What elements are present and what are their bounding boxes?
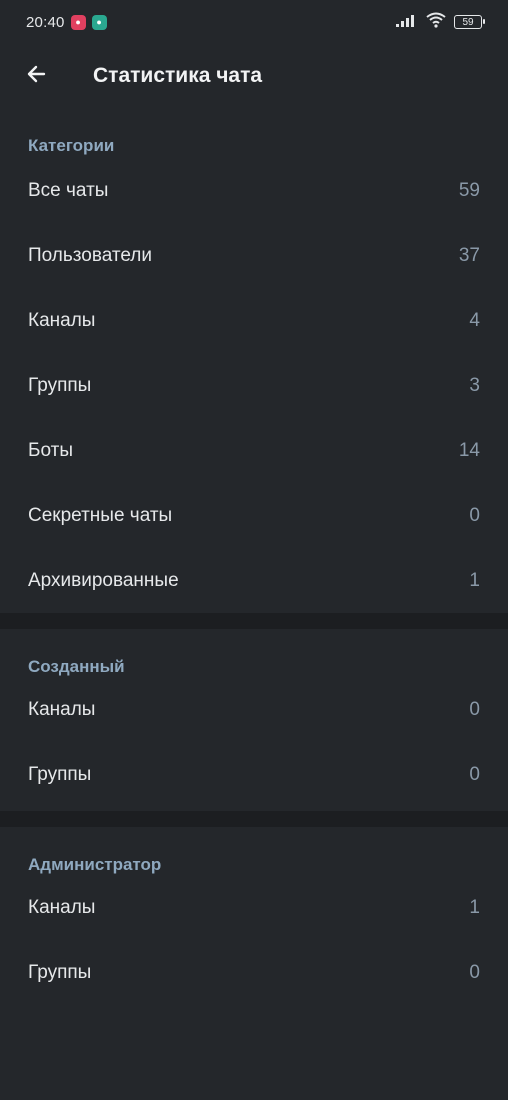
list-item-value: 0 bbox=[469, 961, 480, 983]
list-item[interactable]: Боты 14 bbox=[0, 418, 508, 483]
list-item[interactable]: Каналы 1 bbox=[0, 875, 508, 940]
section-title: Созданный bbox=[28, 657, 125, 676]
section-created: Созданный Каналы 0 Группы 0 bbox=[0, 629, 508, 811]
list-item-label: Группы bbox=[28, 961, 92, 983]
list-item-label: Каналы bbox=[28, 309, 96, 331]
list-item-value: 59 bbox=[458, 179, 480, 201]
section-rows: Каналы 1 Группы 0 bbox=[0, 875, 508, 1005]
section-rows: Все чаты 59 Пользователи 37 Каналы 4 Гру… bbox=[0, 158, 508, 613]
battery-icon: 59 bbox=[454, 15, 485, 29]
list-item-label: Архивированные bbox=[28, 569, 179, 591]
list-item-label: Группы bbox=[28, 374, 92, 396]
list-item-label: Группы bbox=[28, 763, 92, 785]
signal-icon bbox=[396, 13, 418, 31]
status-right: 59 bbox=[396, 12, 485, 32]
list-item-value: 4 bbox=[469, 309, 480, 331]
list-item-label: Боты bbox=[28, 439, 73, 461]
page-title: Статистика чата bbox=[93, 64, 263, 87]
list-item-label: Все чаты bbox=[28, 179, 109, 201]
list-item-value: 1 bbox=[469, 896, 480, 918]
list-item-value: 0 bbox=[469, 763, 480, 785]
list-item-label: Каналы bbox=[28, 896, 96, 918]
list-item-label: Пользователи bbox=[28, 244, 153, 266]
list-item-value: 0 bbox=[469, 698, 480, 720]
list-item[interactable]: Пользователи 37 bbox=[0, 223, 508, 288]
list-item[interactable]: Каналы 0 bbox=[0, 677, 508, 742]
section-title: Администратор bbox=[28, 855, 162, 874]
status-bar: 20:40 ● ● 59 bbox=[0, 0, 508, 44]
list-item-value: 3 bbox=[469, 374, 480, 396]
back-button[interactable] bbox=[0, 44, 72, 108]
battery-level: 59 bbox=[462, 16, 474, 28]
list-item[interactable]: Группы 0 bbox=[0, 940, 508, 1005]
list-item-label: Каналы bbox=[28, 698, 96, 720]
arrow-left-icon bbox=[24, 62, 48, 91]
section-title: Категории bbox=[28, 136, 115, 155]
list-item-value: 14 bbox=[458, 439, 480, 461]
list-item-value: 1 bbox=[469, 569, 480, 591]
list-item[interactable]: Группы 0 bbox=[0, 742, 508, 807]
app-header: Статистика чата bbox=[0, 44, 508, 108]
notification-app-icon: ● bbox=[70, 14, 86, 30]
list-item[interactable]: Архивированные 1 bbox=[0, 548, 508, 613]
section-rows: Каналы 0 Группы 0 bbox=[0, 677, 508, 807]
list-item[interactable]: Каналы 4 bbox=[0, 288, 508, 353]
list-item-value: 0 bbox=[469, 504, 480, 526]
list-item[interactable]: Группы 3 bbox=[0, 353, 508, 418]
wifi-icon bbox=[426, 12, 446, 32]
list-item-value: 37 bbox=[458, 244, 480, 266]
status-time: 20:40 bbox=[26, 13, 65, 31]
section-categories: Категории Все чаты 59 Пользователи 37 Ка… bbox=[0, 108, 508, 613]
section-admin: Администратор Каналы 1 Группы 0 bbox=[0, 827, 508, 1100]
list-item-label: Секретные чаты bbox=[28, 504, 173, 526]
notification-app-icon-2: ● bbox=[91, 14, 107, 30]
list-item[interactable]: Секретные чаты 0 bbox=[0, 483, 508, 548]
status-left: 20:40 ● ● bbox=[26, 14, 107, 31]
list-item[interactable]: Все чаты 59 bbox=[0, 158, 508, 223]
